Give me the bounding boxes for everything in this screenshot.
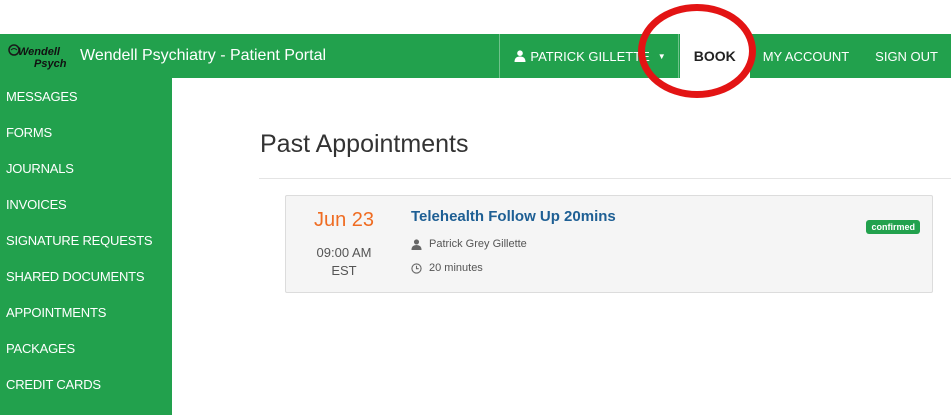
nav-divider — [677, 34, 679, 78]
sidebar-item-packages[interactable]: PACKAGES — [0, 330, 172, 366]
user-menu-dropdown[interactable]: PATRICK GILLETTE ▼ — [500, 34, 677, 78]
sidebar-item-signature-requests[interactable]: SIGNATURE REQUESTS — [0, 222, 172, 258]
sidebar-item-credit-cards[interactable]: CREDIT CARDS — [0, 366, 172, 402]
svg-text:Psych: Psych — [34, 58, 67, 70]
status-badge: confirmed — [866, 220, 920, 234]
my-account-link[interactable]: MY ACCOUNT — [750, 34, 862, 78]
main-content: Past Appointments Jun 23 09:00 AM EST Te… — [172, 78, 951, 415]
clock-icon — [411, 262, 423, 274]
appointment-date: Jun 23 — [313, 209, 375, 231]
sidebar-item-journals[interactable]: JOURNALS — [0, 150, 172, 186]
sidebar-item-invoices[interactable]: INVOICES — [0, 186, 172, 222]
appointment-timezone: EST — [331, 263, 357, 278]
svg-text:Wendell: Wendell — [18, 46, 61, 58]
appointment-provider-row: Patrick Grey Gillette — [411, 238, 527, 250]
appointment-time: 09:00 AM — [316, 245, 372, 260]
book-button[interactable]: BOOK — [679, 34, 750, 78]
sidebar-item-appointments[interactable]: APPOINTMENTS — [0, 294, 172, 330]
appointment-date-block: Jun 23 09:00 AM EST — [286, 196, 402, 280]
sign-out-link[interactable]: SIGN OUT — [862, 34, 951, 78]
appointment-duration-row: 20 minutes — [411, 262, 483, 274]
appointment-time-block: 09:00 AM EST — [286, 244, 402, 280]
top-navbar: Wendell Psych Wendell Psychiatry - Patie… — [0, 34, 951, 78]
sidebar-item-messages[interactable]: MESSAGES — [0, 78, 172, 114]
appointment-name-link[interactable]: Telehealth Follow Up 20mins — [411, 208, 616, 225]
sidebar-item-shared-documents[interactable]: SHARED DOCUMENTS — [0, 258, 172, 294]
nav-right: PATRICK GILLETTE ▼ BOOK MY ACCOUNT SIGN … — [499, 34, 951, 78]
logo[interactable]: Wendell Psych — [6, 41, 72, 71]
sidebar-item-forms[interactable]: FORMS — [0, 114, 172, 150]
user-name: PATRICK GILLETTE — [530, 48, 650, 64]
sidebar: MESSAGES FORMS JOURNALS INVOICES SIGNATU… — [0, 78, 172, 415]
user-icon — [411, 238, 423, 250]
brand[interactable]: Wendell Psych Wendell Psychiatry - Patie… — [0, 34, 326, 78]
title-divider — [259, 178, 951, 179]
appointment-card[interactable]: Jun 23 09:00 AM EST Telehealth Follow Up… — [285, 195, 933, 293]
appointment-provider: Patrick Grey Gillette — [429, 238, 527, 250]
appointment-duration: 20 minutes — [429, 262, 483, 274]
user-icon — [514, 50, 526, 62]
portal-title[interactable]: Wendell Psychiatry - Patient Portal — [80, 47, 326, 65]
chevron-down-icon: ▼ — [657, 51, 666, 61]
page-title: Past Appointments — [260, 130, 469, 158]
